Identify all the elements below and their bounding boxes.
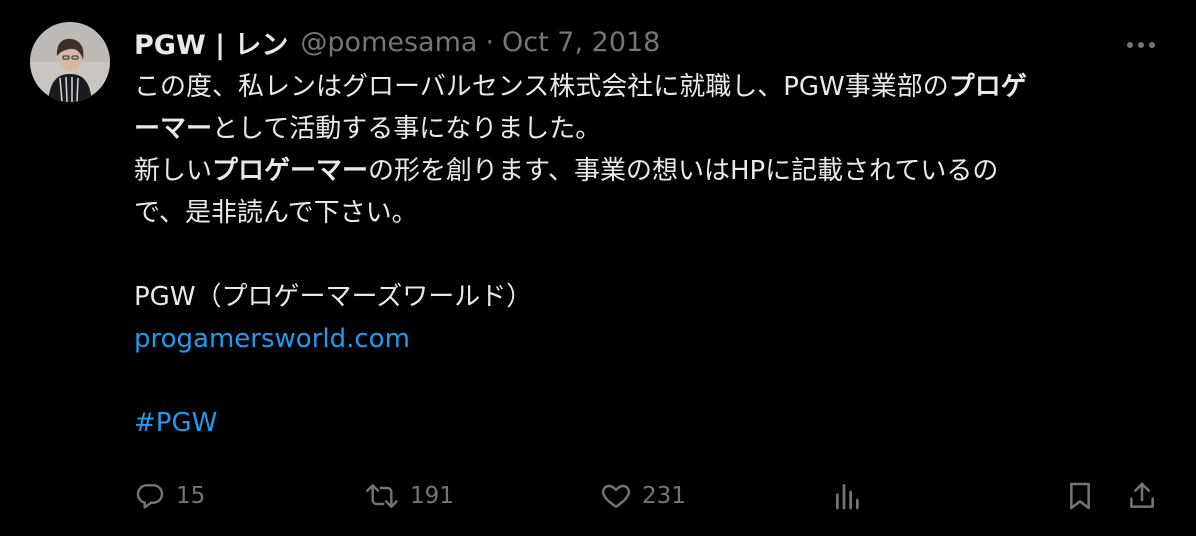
website-link[interactable]: progamersworld.com <box>134 324 410 354</box>
tweet-line: ーマーとして活動する事になりました。 <box>134 108 1174 150</box>
tweet-card: PGW | レン @pomesama · Oct 7, 2018 この度、私レン… <box>0 0 1196 536</box>
tweet-line: 新しいプロゲーマーの形を創ります、事業の想いはHPに記載されているの <box>134 150 1174 192</box>
share-icon <box>1126 480 1158 512</box>
text-segment: として活動する事になりました。 <box>212 114 602 144</box>
tweet-line: progamersworld.com <box>134 318 1174 360</box>
like-count: 231 <box>642 483 686 509</box>
text-segment: PGW（プロゲーマーズワールド） <box>134 282 533 312</box>
reply-count: 15 <box>176 483 206 509</box>
display-name[interactable]: PGW | レン <box>134 23 288 62</box>
retweet-button[interactable]: 191 <box>364 474 454 518</box>
tweet-line: で、是非読んで下さい。 <box>134 192 1174 234</box>
like-button[interactable]: 231 <box>600 474 686 518</box>
tweet-text: この度、私レンはグローバルセンス株式会社に就職し、PGW事業部のプロゲ ーマーと… <box>134 66 1174 444</box>
views-button[interactable] <box>832 474 864 518</box>
text-segment: の形を創ります、事業の想いはHPに記載されているの <box>368 156 999 186</box>
text-segment: この度、私レンはグローバルセンス株式会社に就職し、PGW事業部の <box>134 72 949 102</box>
share-button[interactable] <box>1126 474 1158 518</box>
more-options-button[interactable] <box>1124 30 1158 56</box>
bold-text-segment: プロゲーマー <box>212 156 369 186</box>
avatar[interactable] <box>30 22 110 102</box>
user-handle[interactable]: @pomesama <box>300 27 477 58</box>
text-segment: 新しい <box>134 156 213 186</box>
action-bar: 15 191 231 <box>0 474 1196 518</box>
tweet-line: PGW（プロゲーマーズワールド） <box>134 276 1174 318</box>
tweet-line: #PGW <box>134 402 1174 444</box>
bookmark-icon <box>1064 480 1096 512</box>
hashtag-link[interactable]: #PGW <box>134 408 217 438</box>
reply-button[interactable]: 15 <box>134 474 205 518</box>
tweet-line: この度、私レンはグローバルセンス株式会社に就職し、PGW事業部のプロゲ <box>134 66 1174 108</box>
timestamp[interactable]: Oct 7, 2018 <box>502 27 660 58</box>
retweet-count: 191 <box>410 483 454 509</box>
separator-dot: · <box>485 26 495 58</box>
reply-icon <box>134 480 166 512</box>
tweet-header: PGW | レン @pomesama · Oct 7, 2018 <box>134 23 660 62</box>
bookmark-button[interactable] <box>1064 474 1096 518</box>
bold-text-segment: ーマー <box>134 114 213 144</box>
views-icon <box>832 480 864 512</box>
more-icon <box>1126 34 1156 53</box>
bold-text-segment: プロゲ <box>948 72 1027 102</box>
retweet-icon <box>364 480 400 512</box>
text-segment: で、是非読んで下さい。 <box>134 198 418 228</box>
like-icon <box>600 480 632 512</box>
